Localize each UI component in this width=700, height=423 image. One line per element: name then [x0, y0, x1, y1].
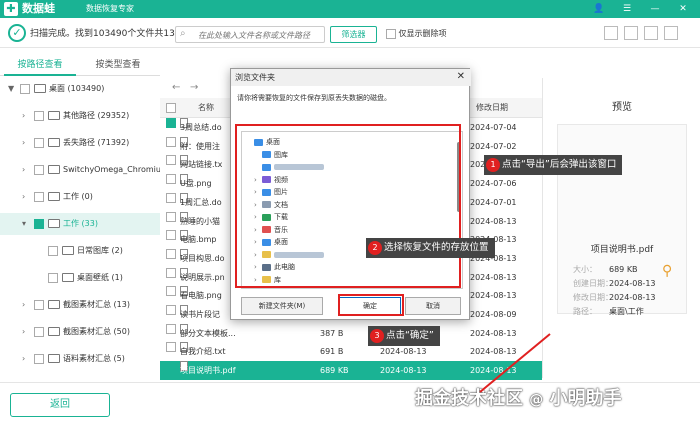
callout-2-number: 2 — [368, 241, 382, 255]
callout-2-text: 选择恢复文件的存放位置 — [384, 242, 489, 253]
annotation-arrow-line — [479, 333, 551, 393]
callout-1-number: 1 — [486, 158, 500, 172]
callout-3-text: 点击“确定” — [386, 330, 434, 341]
annotation-arrows — [479, 333, 551, 393]
callout-1-text: 点击“导出”后会弹出该窗口 — [502, 159, 617, 170]
callout-2: 2 选择恢复文件的存放位置 — [366, 238, 495, 258]
callout-1: 1 点击“导出”后会弹出该窗口 — [484, 155, 623, 175]
callout-3-number: 3 — [370, 329, 384, 343]
callout-3: 3 点击“确定” — [368, 326, 440, 346]
